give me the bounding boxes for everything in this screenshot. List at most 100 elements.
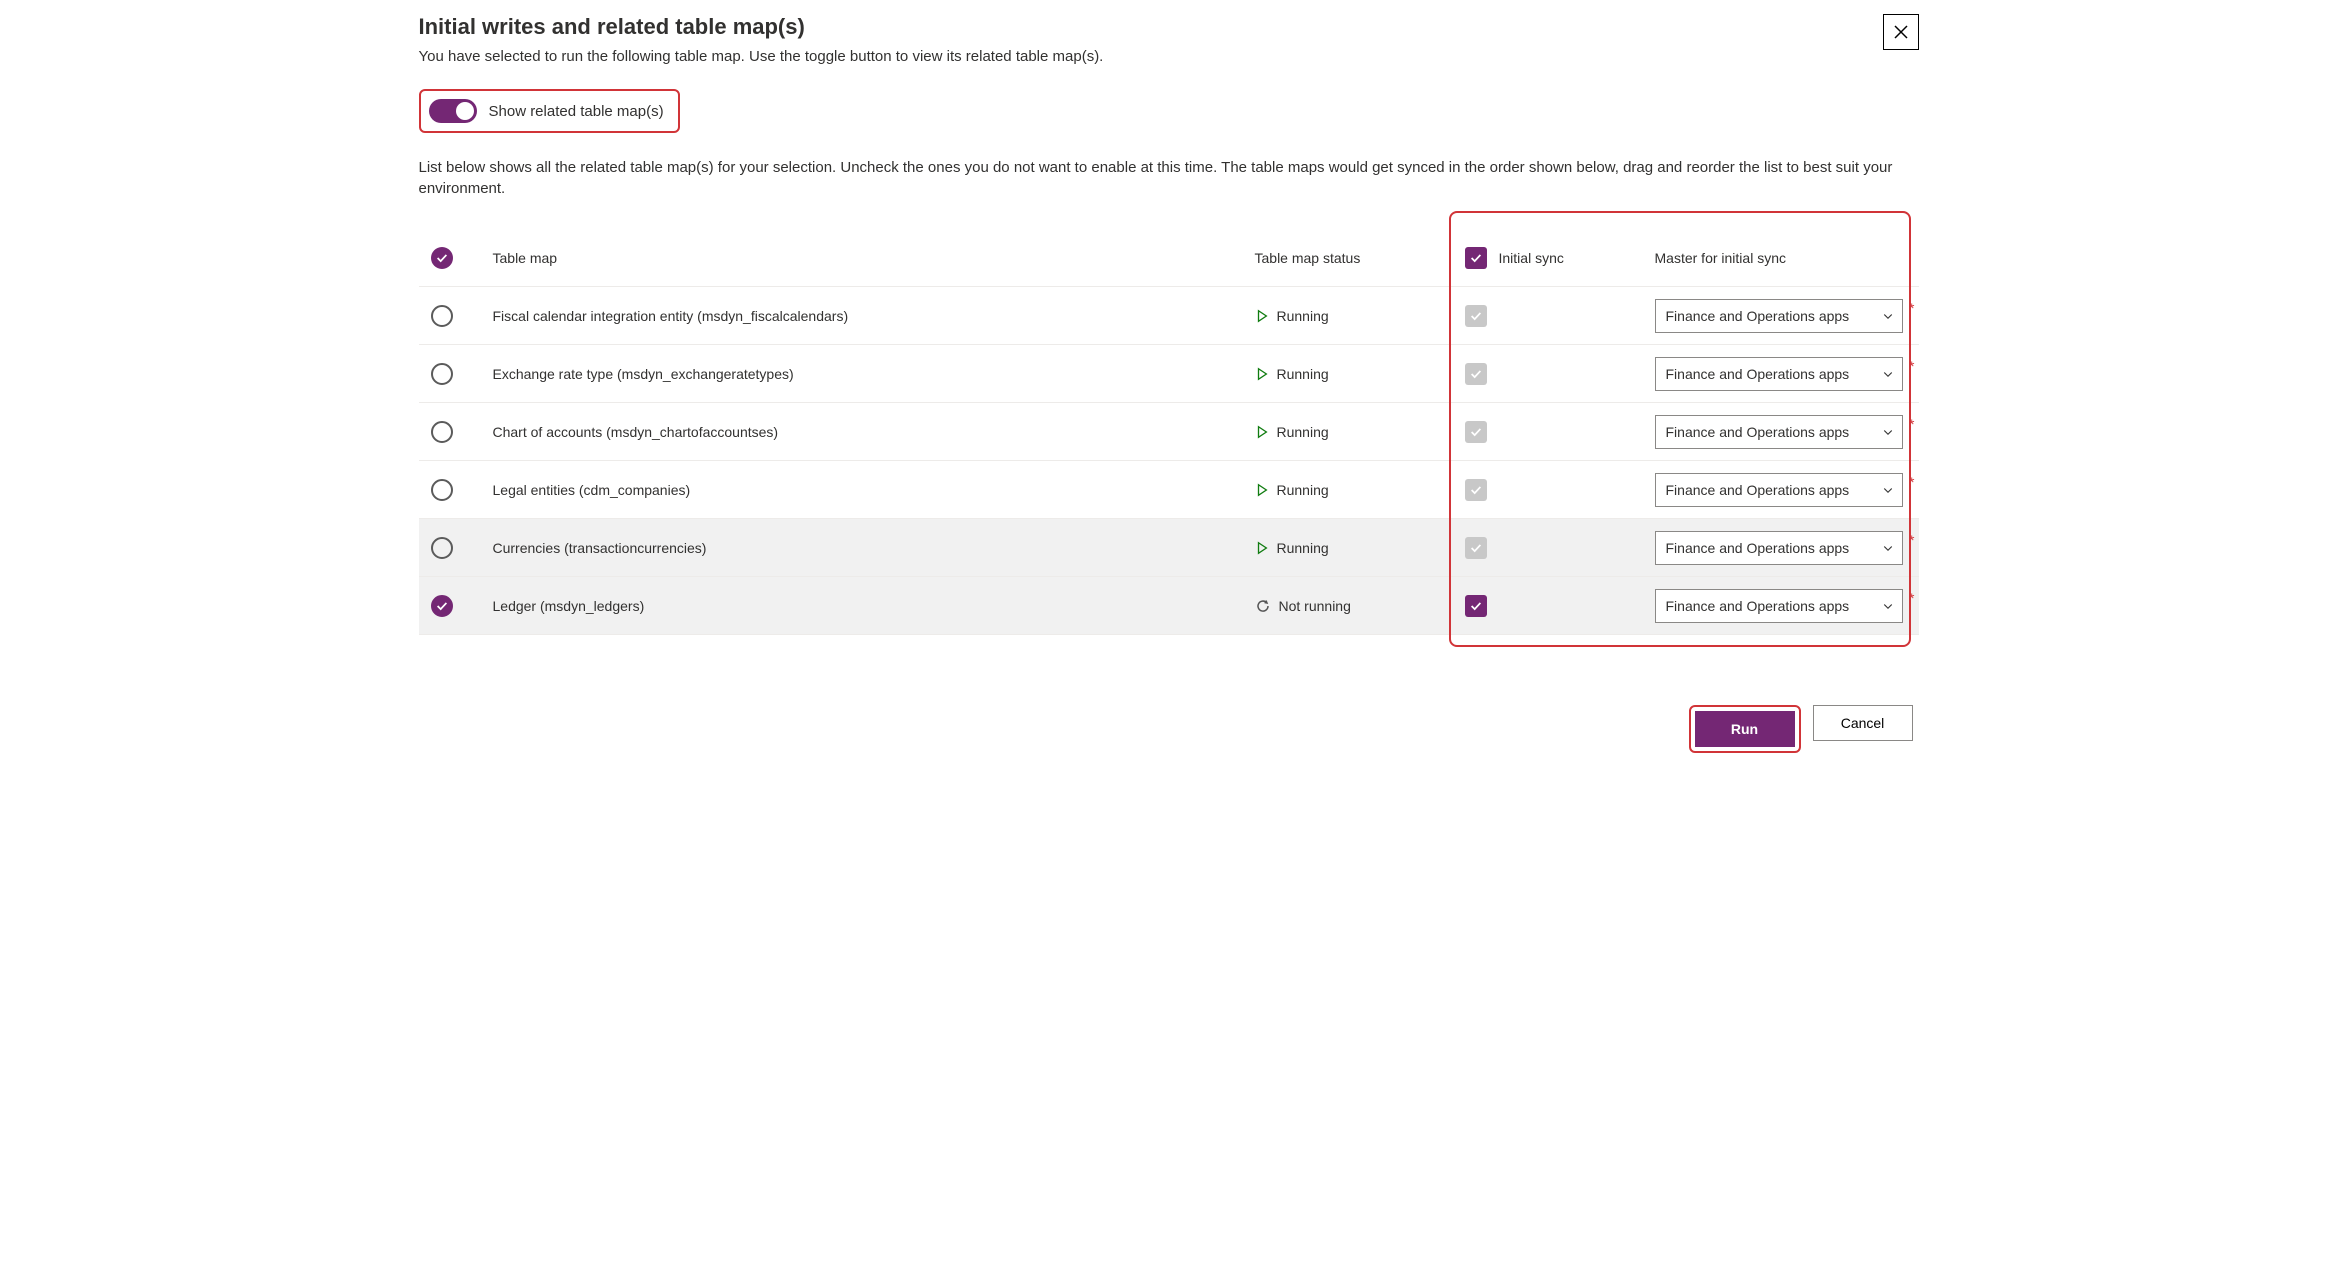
check-icon	[1469, 367, 1483, 381]
table-row: Exchange rate type (msdyn_exchangeratety…	[419, 345, 1919, 403]
select-all-radio[interactable]	[431, 247, 453, 269]
initial-sync-cell	[1465, 363, 1655, 385]
chevron-down-icon	[1882, 600, 1894, 612]
master-select[interactable]: Finance and Operations apps	[1655, 299, 1904, 333]
initial-sync-checkbox	[1465, 363, 1487, 385]
close-button[interactable]	[1883, 14, 1919, 50]
check-icon	[1469, 483, 1483, 497]
row-select-radio[interactable]	[431, 363, 453, 385]
check-icon	[435, 599, 449, 613]
play-icon	[1255, 367, 1269, 381]
close-icon	[1893, 24, 1909, 40]
cancel-button[interactable]: Cancel	[1813, 705, 1913, 741]
status-label: Running	[1277, 482, 1329, 498]
initial-sync-cell	[1465, 537, 1655, 559]
table-row: Ledger (msdyn_ledgers)Not runningFinance…	[419, 577, 1919, 635]
dialog-subtitle: You have selected to run the following t…	[419, 48, 1919, 65]
master-select[interactable]: Finance and Operations apps	[1655, 589, 1904, 623]
table-map-status: Running	[1255, 308, 1465, 324]
refresh-icon	[1255, 598, 1271, 614]
initial-sync-cell	[1465, 421, 1655, 443]
row-select-radio[interactable]	[431, 537, 453, 559]
play-icon	[1255, 541, 1269, 555]
chevron-down-icon	[1882, 368, 1894, 380]
table-map-name: Fiscal calendar integration entity (msdy…	[493, 308, 1255, 324]
master-select-value: Finance and Operations apps	[1666, 540, 1850, 556]
play-icon	[1255, 483, 1269, 497]
master-select[interactable]: Finance and Operations apps	[1655, 357, 1904, 391]
play-icon	[1255, 425, 1269, 439]
column-header-master[interactable]: Master for initial sync	[1655, 250, 1915, 266]
table-row: Chart of accounts (msdyn_chartofaccounts…	[419, 403, 1919, 461]
chevron-down-icon	[1882, 484, 1894, 496]
required-asterisk: *	[1909, 533, 1914, 547]
table-map-name: Exchange rate type (msdyn_exchangeratety…	[493, 366, 1255, 382]
table-map-status: Running	[1255, 482, 1465, 498]
required-asterisk: *	[1909, 591, 1914, 605]
table-map-name: Legal entities (cdm_companies)	[493, 482, 1255, 498]
master-cell: Finance and Operations apps *	[1655, 473, 1915, 507]
table-map-name: Currencies (transactioncurrencies)	[493, 540, 1255, 556]
master-select-value: Finance and Operations apps	[1666, 424, 1850, 440]
table-map-status: Running	[1255, 540, 1465, 556]
table-map-name: Chart of accounts (msdyn_chartofaccounts…	[493, 424, 1255, 440]
chevron-down-icon	[1882, 542, 1894, 554]
table-map-status: Running	[1255, 424, 1465, 440]
row-select-radio[interactable]	[431, 595, 453, 617]
table-row: Legal entities (cdm_companies) Running Fin…	[419, 461, 1919, 519]
row-select-radio[interactable]	[431, 479, 453, 501]
table-map-status: Running	[1255, 366, 1465, 382]
dialog-initial-writes: Initial writes and related table map(s) …	[419, 14, 1919, 753]
master-select-value: Finance and Operations apps	[1666, 366, 1850, 382]
master-select-value: Finance and Operations apps	[1666, 482, 1850, 498]
required-asterisk: *	[1909, 475, 1914, 489]
column-header-initial-sync-label: Initial sync	[1499, 250, 1564, 266]
initial-sync-select-all-checkbox[interactable]	[1465, 247, 1487, 269]
row-select-radio[interactable]	[431, 305, 453, 327]
initial-sync-checkbox	[1465, 305, 1487, 327]
initial-sync-checkbox	[1465, 479, 1487, 501]
initial-sync-checkbox[interactable]	[1465, 595, 1487, 617]
table-row: Currencies (transactioncurrencies) Runnin…	[419, 519, 1919, 577]
column-header-table-map[interactable]: Table map	[493, 250, 1255, 266]
dialog-title: Initial writes and related table map(s)	[419, 14, 1919, 40]
master-select[interactable]: Finance and Operations apps	[1655, 473, 1904, 507]
list-description: List below shows all the related table m…	[419, 157, 1919, 199]
toggle-related-maps[interactable]	[429, 99, 477, 123]
check-icon	[1469, 541, 1483, 555]
master-cell: Finance and Operations apps *	[1655, 415, 1915, 449]
table-header-row: Table map Table map status Initial sync …	[419, 229, 1919, 287]
initial-sync-cell	[1465, 479, 1655, 501]
check-icon	[435, 251, 449, 265]
master-cell: Finance and Operations apps *	[1655, 531, 1915, 565]
required-asterisk: *	[1909, 417, 1914, 431]
initial-sync-cell	[1465, 305, 1655, 327]
column-header-initial-sync: Initial sync	[1465, 247, 1655, 269]
status-label: Running	[1277, 366, 1329, 382]
check-icon	[1469, 425, 1483, 439]
master-cell: Finance and Operations apps *	[1655, 357, 1915, 391]
status-label: Running	[1277, 540, 1329, 556]
table-maps-table: Table map Table map status Initial sync …	[419, 229, 1919, 635]
dialog-footer: Run Cancel	[419, 705, 1919, 753]
status-label: Running	[1277, 308, 1329, 324]
play-icon	[1255, 309, 1269, 323]
row-select-radio[interactable]	[431, 421, 453, 443]
annotation-highlight-run-button: Run	[1689, 705, 1801, 753]
run-button[interactable]: Run	[1695, 711, 1795, 747]
required-asterisk: *	[1909, 359, 1914, 373]
required-asterisk: *	[1909, 301, 1914, 315]
master-select-value: Finance and Operations apps	[1666, 308, 1850, 324]
status-label: Not running	[1279, 598, 1351, 614]
master-select[interactable]: Finance and Operations apps	[1655, 415, 1904, 449]
master-select-value: Finance and Operations apps	[1666, 598, 1850, 614]
chevron-down-icon	[1882, 426, 1894, 438]
column-header-status[interactable]: Table map status	[1255, 250, 1465, 266]
check-icon	[1469, 309, 1483, 323]
chevron-down-icon	[1882, 310, 1894, 322]
table-map-status: Not running	[1255, 598, 1465, 614]
table-row: Fiscal calendar integration entity (msdy…	[419, 287, 1919, 345]
toggle-related-maps-container: Show related table map(s)	[419, 89, 680, 133]
master-select[interactable]: Finance and Operations apps	[1655, 531, 1904, 565]
check-icon	[1469, 251, 1483, 265]
